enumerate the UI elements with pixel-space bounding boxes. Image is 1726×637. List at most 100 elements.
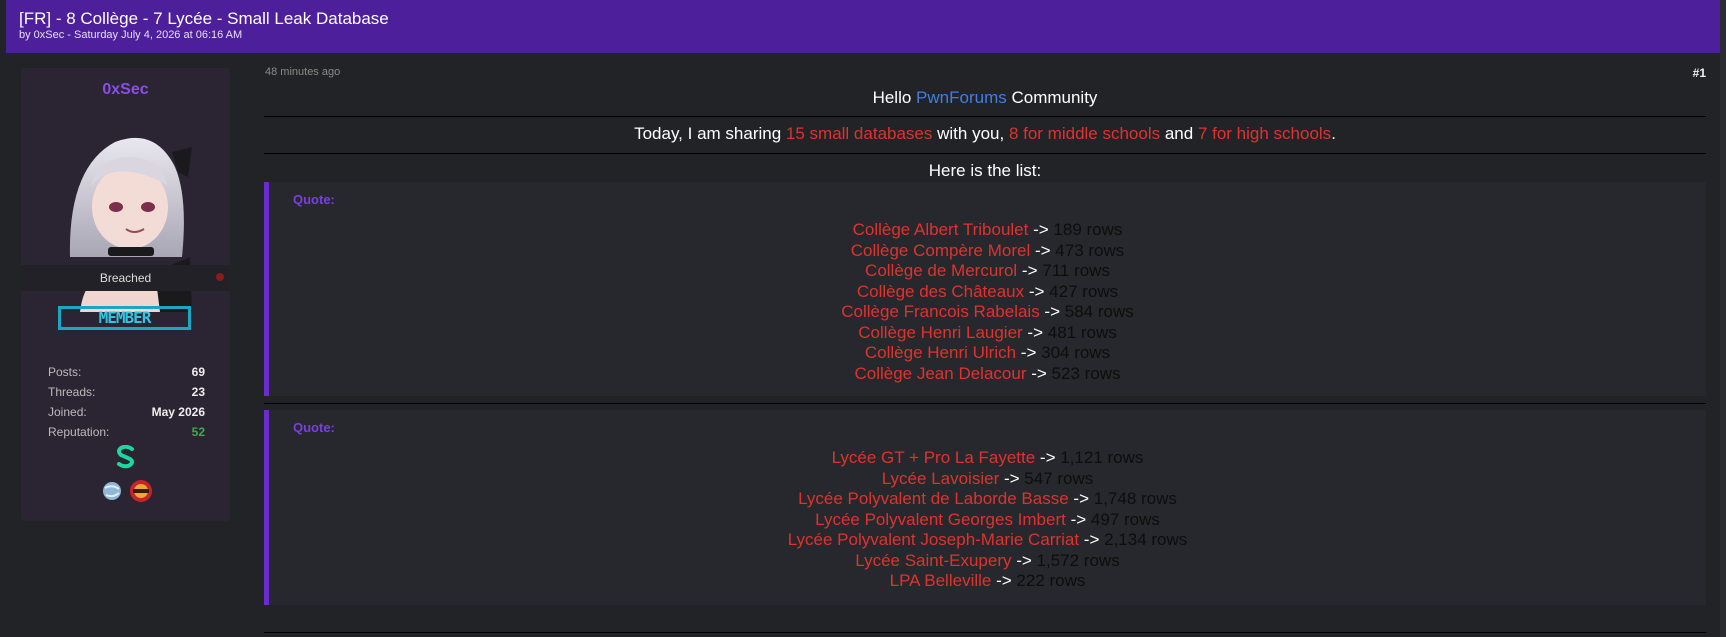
list-item: Collège de Mercurol -> 711 rows — [269, 261, 1706, 282]
list-item: Lycée GT + Pro La Fayette -> 1,121 rows — [269, 448, 1706, 469]
sharing-text: with you, — [932, 124, 1009, 143]
list-item: Lycée Polyvalent Georges Imbert -> 497 r… — [269, 510, 1706, 531]
highlight-text: 15 small databases — [785, 124, 933, 143]
school-name: Collège Henri Laugier — [858, 322, 1023, 342]
stat-threads: Threads: 23 — [48, 385, 205, 405]
row-count: 473 rows — [1055, 240, 1125, 260]
row-count: 523 rows — [1051, 363, 1121, 383]
stat-posts: Posts: 69 — [48, 365, 205, 385]
quote-label: Quote: — [293, 420, 335, 435]
row-count: 1,121 rows — [1060, 448, 1144, 467]
sharing-text: Today, I am sharing — [634, 124, 786, 143]
school-name: Lycée GT + Pro La Fayette — [831, 448, 1036, 467]
user-card: 0xSec Breached MEMBER Posts: 69 Threads:… — [21, 68, 230, 521]
row-count: 189 rows — [1053, 220, 1123, 239]
list-item: Lycée Saint-Exupery -> 1,572 rows — [269, 551, 1706, 572]
status-offline-dot — [216, 273, 224, 281]
status-bar: Breached — [21, 265, 230, 291]
thread-title: [FR] - 8 Collège - 7 Lycée - Small Leak … — [19, 9, 389, 28]
stat-value[interactable]: 52 — [192, 425, 205, 439]
award-globe-icon[interactable] — [101, 480, 123, 502]
stat-value: 23 — [191, 385, 205, 399]
arrow: -> — [1022, 322, 1048, 342]
scrollbar[interactable] — [1720, 0, 1726, 637]
school-name: Lycée Lavoisier — [881, 468, 1000, 488]
school-name: Collège Jean Delacour — [854, 363, 1027, 383]
school-name: Collège Albert Triboulet — [852, 220, 1029, 239]
list-item: LPA Belleville -> 222 rows — [269, 571, 1706, 592]
stat-joined: Joined: May 2026 — [48, 405, 205, 425]
school-name: Lycée Polyvalent de Laborde Basse — [798, 489, 1069, 508]
quote-block-lycees: Quote: Lycée GT + Pro La Fayette -> 1,12… — [264, 410, 1706, 605]
forum-link[interactable]: PwnForums — [916, 88, 1007, 107]
thread-header: [FR] - 8 Collège - 7 Lycée - Small Leak … — [6, 0, 1720, 53]
greeting-text: Hello — [872, 88, 917, 107]
stat-label: Reputation: — [48, 425, 110, 439]
arrow: -> — [1068, 489, 1094, 508]
quote-label: Quote: — [293, 192, 335, 207]
stat-label: Joined: — [48, 405, 87, 419]
arrow: -> — [1079, 530, 1105, 549]
divider — [264, 403, 1706, 404]
arrow: -> — [1035, 448, 1061, 467]
divider — [264, 153, 1706, 154]
row-count: 222 rows — [1016, 571, 1086, 590]
row-count: 481 rows — [1047, 322, 1117, 342]
thread-meta: by 0xSec - Saturday July 4, 2026 at 06:1… — [19, 29, 243, 41]
arrow: -> — [1016, 343, 1042, 362]
arrow: -> — [1017, 261, 1043, 280]
award-badge-icon[interactable] — [129, 479, 153, 503]
school-name: Collège des Châteaux — [856, 281, 1025, 301]
arrow: -> — [1028, 220, 1054, 239]
list-item: Collège Henri Laugier -> 481 rows — [269, 323, 1706, 344]
arrow: -> — [991, 571, 1017, 590]
arrow: -> — [1030, 240, 1056, 260]
quote-block-colleges: Quote: Collège Albert Triboulet -> 189 r… — [264, 182, 1706, 396]
arrow: -> — [1011, 550, 1037, 570]
arrow: -> — [1039, 302, 1065, 321]
list-item: Collège Compère Morel -> 473 rows — [269, 241, 1706, 262]
greeting-line: Hello PwnForums Community — [264, 88, 1706, 108]
school-name: LPA Belleville — [889, 571, 992, 590]
list-intro: Here is the list: — [928, 161, 1042, 180]
stat-label: Threads: — [48, 385, 96, 399]
list-item: Collège Henri Ulrich -> 304 rows — [269, 343, 1706, 364]
school-name: Collège Compère Morel — [850, 240, 1031, 260]
sharing-text: . — [1331, 124, 1336, 143]
school-name: Collège de Mercurol — [865, 261, 1018, 280]
arrow: -> — [999, 468, 1025, 488]
list-item: Lycée Polyvalent Joseph-Marie Carriat ->… — [269, 530, 1706, 551]
row-count: 2,134 rows — [1104, 530, 1188, 549]
arrow: -> — [1026, 363, 1052, 383]
award-s-icon[interactable] — [116, 445, 136, 469]
quote-list: Lycée GT + Pro La Fayette -> 1,121 rows … — [269, 448, 1706, 592]
post-number[interactable]: #1 — [1693, 66, 1706, 80]
list-item: Collège Albert Triboulet -> 189 rows — [269, 220, 1706, 241]
list-item: Lycée Polyvalent de Laborde Basse -> 1,7… — [269, 489, 1706, 510]
stat-label: Posts: — [48, 365, 82, 379]
list-item: Collège des Châteaux -> 427 rows — [269, 282, 1706, 303]
stat-value: May 2026 — [151, 405, 205, 419]
stat-value: 69 — [191, 365, 205, 379]
school-name: Lycée Saint-Exupery — [855, 550, 1012, 570]
list-item: Collège Francois Rabelais -> 584 rows — [269, 302, 1706, 323]
row-count: 547 rows — [1024, 468, 1094, 488]
post-time[interactable]: 48 minutes ago — [265, 66, 340, 78]
divider — [264, 632, 1706, 633]
sharing-text: and — [1160, 124, 1198, 143]
row-count: 427 rows — [1049, 281, 1119, 301]
quote-list: Collège Albert Triboulet -> 189 rows Col… — [269, 220, 1706, 384]
list-item: Lycée Lavoisier -> 547 rows — [269, 469, 1706, 490]
divider — [264, 116, 1706, 117]
school-name: Collège Francois Rabelais — [841, 302, 1040, 321]
greeting-text: Community — [1006, 88, 1098, 107]
arrow: -> — [1065, 509, 1091, 529]
highlight-text: 7 for high schools — [1197, 124, 1332, 143]
username-link[interactable]: 0xSec — [21, 81, 230, 99]
user-stats: Posts: 69 Threads: 23 Joined: May 2026 R… — [48, 365, 205, 445]
row-count: 711 rows — [1042, 261, 1110, 280]
row-count: 497 rows — [1090, 509, 1160, 529]
list-item: Collège Jean Delacour -> 523 rows — [269, 364, 1706, 385]
stat-reputation: Reputation: 52 — [48, 425, 205, 445]
row-count: 584 rows — [1064, 302, 1134, 321]
